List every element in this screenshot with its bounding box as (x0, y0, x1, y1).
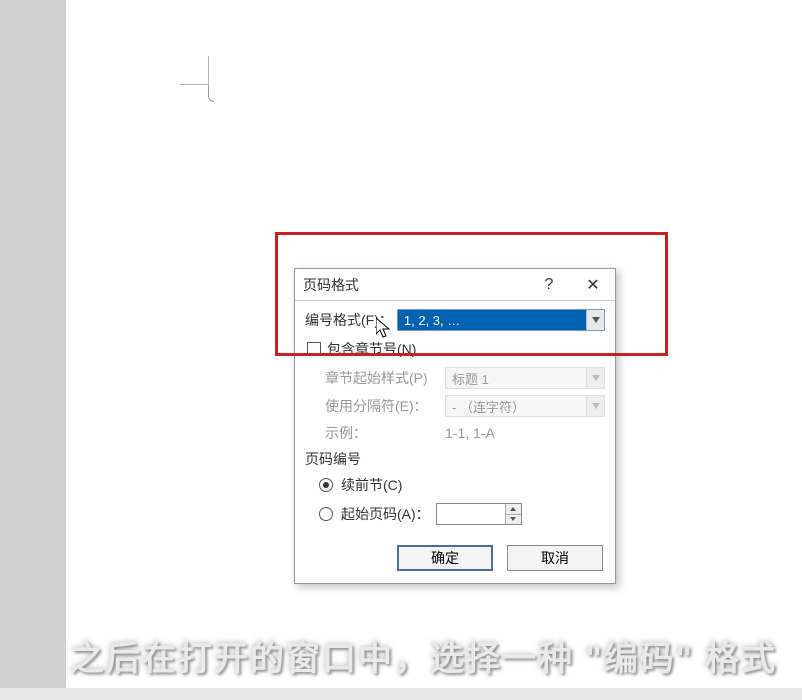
bottom-edge (0, 688, 802, 700)
separator-label: 使用分隔符(E)： (325, 396, 445, 416)
chapter-start-label: 章节起始样式(P) (325, 368, 445, 388)
chapter-start-dropdown: 标题 1 (445, 367, 605, 389)
chevron-down-icon (586, 396, 604, 416)
example-value: 1-1, 1-A (445, 425, 495, 441)
header-margin-marker (180, 56, 215, 106)
cancel-button[interactable]: 取消 (507, 545, 603, 571)
include-chapter-checkbox[interactable] (307, 342, 321, 356)
close-button[interactable]: ✕ (571, 269, 615, 301)
start-at-radio[interactable] (319, 507, 333, 521)
spinner-up-icon[interactable] (506, 504, 521, 515)
number-format-label: 编号格式(F)： (305, 310, 393, 330)
subtitle-caption: 之后在打开的窗口中，选择一种 "编码" 格式 (70, 631, 777, 680)
start-at-label: 起始页码(A)： (341, 504, 430, 524)
page-numbering-section-label: 页码编号 (305, 449, 605, 469)
number-format-dropdown[interactable]: 1, 2, 3, … (397, 309, 605, 331)
page-number-format-dialog: 页码格式 ? ✕ 编号格式(F)： 1, 2, 3, … 包含章节号(N) (294, 268, 616, 584)
continue-previous-radio[interactable] (319, 478, 333, 492)
continue-previous-label: 续前节(C) (341, 475, 402, 495)
include-chapter-label: 包含章节号(N) (327, 339, 416, 359)
chevron-down-icon (586, 310, 604, 330)
separator-dropdown: - （连字符） (445, 395, 605, 417)
example-label: 示例： (325, 423, 445, 443)
ok-button[interactable]: 确定 (397, 545, 493, 571)
dialog-titlebar[interactable]: 页码格式 ? ✕ (295, 269, 615, 301)
spinner-down-icon[interactable] (506, 515, 521, 525)
help-button[interactable]: ? (527, 269, 571, 301)
close-icon: ✕ (586, 275, 599, 295)
help-icon: ? (545, 276, 554, 294)
number-format-selected: 1, 2, 3, … (398, 310, 586, 330)
dialog-title: 页码格式 (303, 275, 359, 295)
chevron-down-icon (586, 368, 604, 388)
start-at-spinner[interactable] (436, 503, 522, 525)
side-panel (0, 0, 66, 700)
